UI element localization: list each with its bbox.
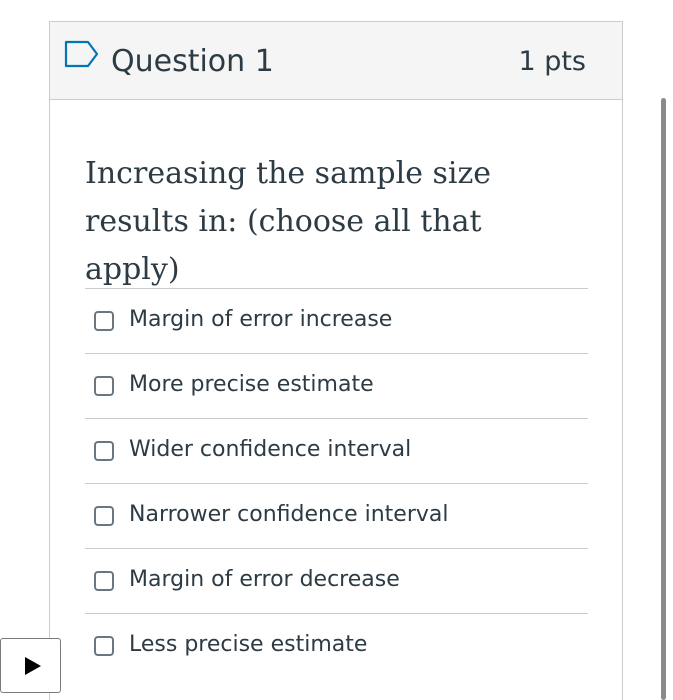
question-card: Question 1 1 pts Increasing the sample s…	[49, 21, 623, 700]
answer-checkbox[interactable]	[94, 506, 114, 526]
answer-checkbox[interactable]	[94, 376, 114, 396]
answer-label[interactable]: More precise estimate	[129, 370, 374, 400]
answer-checkbox[interactable]	[94, 441, 114, 461]
answer-label[interactable]: Margin of error decrease	[129, 565, 400, 595]
vertical-scrollbar[interactable]	[661, 98, 666, 700]
question-points: 1 pts	[518, 46, 586, 77]
answer-option[interactable]: Narrower confidence interval	[85, 483, 588, 548]
answer-option[interactable]: Wider confidence interval	[85, 418, 588, 483]
answer-label[interactable]: Less precise estimate	[129, 630, 367, 660]
answer-list: Margin of error increase More precise es…	[85, 288, 588, 678]
answer-checkbox[interactable]	[94, 571, 114, 591]
answer-checkbox[interactable]	[94, 311, 114, 331]
page: Question 1 1 pts Increasing the sample s…	[0, 0, 673, 700]
answer-option[interactable]: Margin of error decrease	[85, 548, 588, 613]
play-button[interactable]	[0, 638, 61, 693]
answer-label[interactable]: Margin of error increase	[129, 305, 392, 335]
question-title: Question 1	[111, 44, 274, 79]
question-header: Question 1 1 pts	[50, 22, 622, 100]
answer-label[interactable]: Wider confidence interval	[129, 435, 411, 465]
answer-option[interactable]: Less precise estimate	[85, 613, 588, 678]
question-text: Increasing the sample size results in: (…	[85, 156, 492, 287]
bookmark-flag-icon[interactable]	[64, 40, 100, 68]
play-icon	[24, 656, 41, 675]
answer-label[interactable]: Narrower confidence interval	[129, 500, 448, 530]
answer-checkbox[interactable]	[94, 636, 114, 656]
answer-option[interactable]: More precise estimate	[85, 353, 588, 418]
answer-option[interactable]: Margin of error increase	[85, 288, 588, 353]
